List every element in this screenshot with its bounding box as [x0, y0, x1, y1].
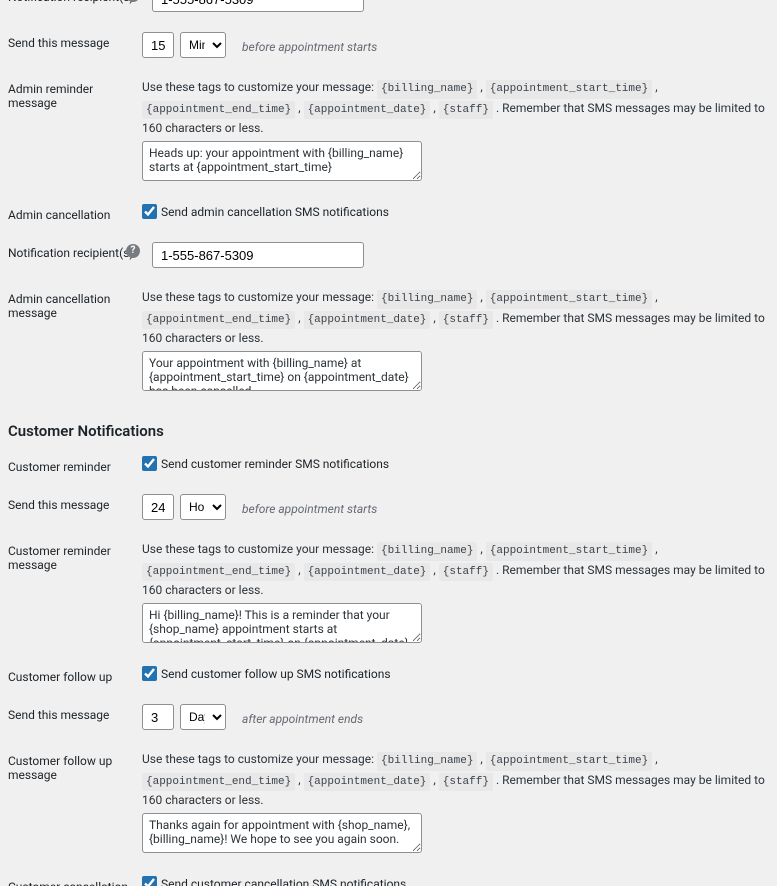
- tag-start-time: {appointment_start_time}: [486, 752, 652, 771]
- admin-notification-recipients-label: Notification recipient(s): [0, 0, 136, 4]
- customer-followup-send-label: Send this message: [0, 704, 136, 722]
- customer-reminder-checkbox[interactable]: [142, 456, 157, 471]
- customer-followup-msg-label: Customer follow up message: [0, 750, 136, 782]
- admin-cancellation-label: Admin cancellation: [0, 204, 136, 222]
- admin-recipients-input[interactable]: [152, 0, 364, 12]
- customer-followup-message-textarea[interactable]: Thanks again for appointment with {shop_…: [142, 813, 422, 853]
- admin-cancel-recipients-label: Notification recipient(s): [0, 242, 136, 260]
- tag-start-time: {appointment_start_time}: [486, 290, 652, 309]
- customer-reminder-send-label: Send this message: [0, 494, 136, 512]
- customer-reminder-number-input[interactable]: [142, 494, 174, 520]
- admin-cancel-msg-label: Admin cancellation message: [0, 288, 136, 320]
- tag-date: {appointment_date}: [304, 311, 431, 330]
- admin-cancel-recipients-input[interactable]: [152, 242, 364, 268]
- tag-date: {appointment_date}: [304, 101, 431, 120]
- help-icon[interactable]: ?: [126, 244, 140, 258]
- admin-cancellation-check-label: Send admin cancellation SMS notification…: [161, 205, 389, 219]
- tag-help-text: Use these tags to customize your message…: [142, 288, 777, 347]
- admin-reminder-msg-label: Admin reminder message: [0, 78, 136, 110]
- tag-date: {appointment_date}: [304, 563, 431, 582]
- customer-followup-hint: after appointment ends: [242, 704, 363, 726]
- admin-reminder-unit-select[interactable]: Minute(s): [180, 32, 226, 58]
- admin-reminder-send-label: Send this message: [0, 32, 136, 50]
- admin-cancellation-checkbox[interactable]: [142, 204, 157, 219]
- admin-cancel-message-textarea[interactable]: Your appointment with {billing_name} at …: [142, 351, 422, 391]
- customer-followup-unit-select[interactable]: Day(s): [180, 704, 226, 730]
- customer-reminder-msg-label: Customer reminder message: [0, 540, 136, 572]
- customer-reminder-check-label: Send customer reminder SMS notifications: [161, 457, 389, 471]
- tag-staff: {staff}: [439, 101, 493, 120]
- customer-followup-number-input[interactable]: [142, 704, 174, 730]
- tag-billing-name: {billing_name}: [377, 80, 477, 99]
- tag-billing-name: {billing_name}: [377, 290, 477, 309]
- customer-followup-checkbox[interactable]: [142, 666, 157, 681]
- customer-notifications-heading: Customer Notifications: [0, 404, 777, 446]
- tag-staff: {staff}: [439, 563, 493, 582]
- admin-reminder-number-input[interactable]: [142, 32, 174, 58]
- customer-followup-label: Customer follow up: [0, 666, 136, 684]
- tag-staff: {staff}: [439, 773, 493, 792]
- tag-help-text: Use these tags to customize your message…: [142, 78, 777, 137]
- tag-end-time: {appointment_end_time}: [142, 311, 295, 330]
- customer-reminder-message-textarea[interactable]: Hi {billing_name}! This is a reminder th…: [142, 603, 422, 643]
- customer-reminder-hint: before appointment starts: [242, 494, 377, 516]
- customer-cancellation-label: Customer cancellation: [0, 876, 136, 886]
- tag-end-time: {appointment_end_time}: [142, 101, 295, 120]
- tag-staff: {staff}: [439, 311, 493, 330]
- customer-cancellation-check-label: Send customer cancellation SMS notificat…: [161, 877, 406, 886]
- tag-help-text: Use these tags to customize your message…: [142, 750, 777, 809]
- tag-end-time: {appointment_end_time}: [142, 773, 295, 792]
- tag-start-time: {appointment_start_time}: [486, 80, 652, 99]
- admin-reminder-message-textarea[interactable]: Heads up: your appointment with {billing…: [142, 141, 422, 181]
- customer-reminder-unit-select[interactable]: Hour(s): [180, 494, 226, 520]
- customer-followup-check-label: Send customer follow up SMS notification…: [161, 667, 391, 681]
- tag-billing-name: {billing_name}: [377, 542, 477, 561]
- tag-help-text: Use these tags to customize your message…: [142, 540, 777, 599]
- tag-billing-name: {billing_name}: [377, 752, 477, 771]
- tag-date: {appointment_date}: [304, 773, 431, 792]
- tag-end-time: {appointment_end_time}: [142, 563, 295, 582]
- admin-reminder-hint: before appointment starts: [242, 32, 377, 54]
- tag-start-time: {appointment_start_time}: [486, 542, 652, 561]
- customer-cancellation-checkbox[interactable]: [142, 876, 157, 886]
- customer-reminder-label: Customer reminder: [0, 456, 136, 474]
